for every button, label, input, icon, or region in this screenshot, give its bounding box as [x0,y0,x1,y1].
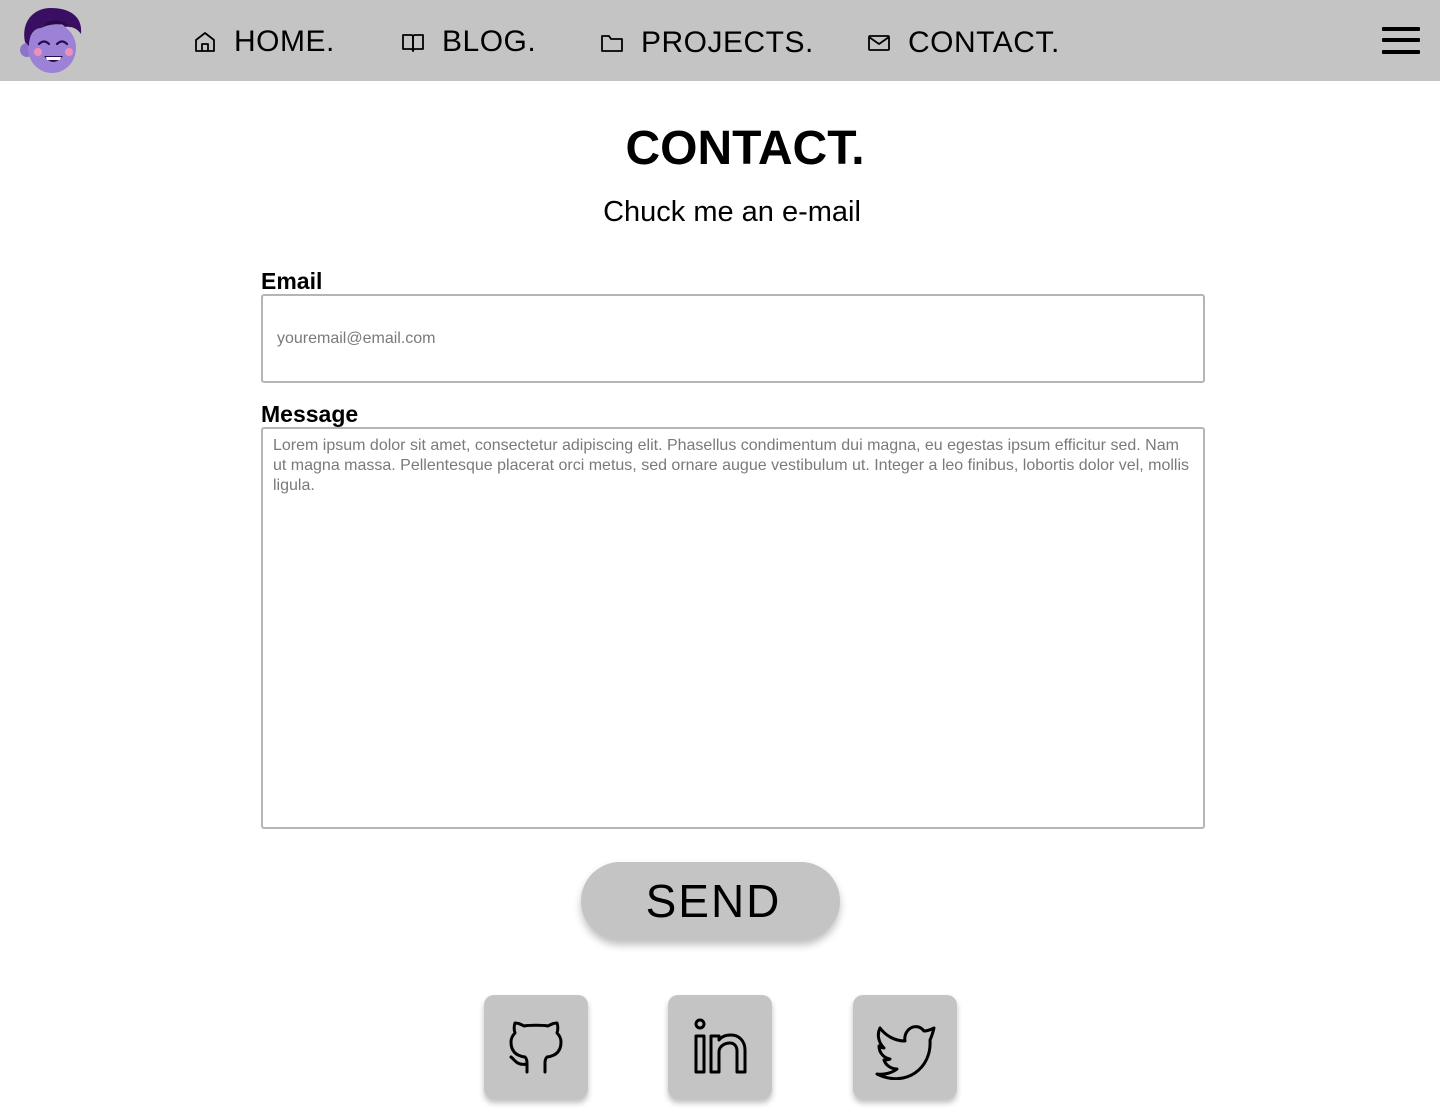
linkedin-icon [694,1018,747,1074]
twitter-icon [875,1025,936,1080]
github-icon [509,1021,563,1074]
message-label: Message [261,401,359,427]
nav-projects-label: PROJECTS. [641,25,814,59]
nav-projects[interactable]: PROJECTS. [599,2,814,83]
nav-contact[interactable]: CONTACT. [866,2,1060,83]
avatar-logo[interactable] [19,6,83,74]
email-input[interactable] [261,294,1205,383]
email-label: Email [261,268,323,294]
message-input[interactable] [261,427,1205,829]
hamburger-menu-icon[interactable] [1382,27,1420,54]
home-icon [192,29,218,55]
twitter-button[interactable] [853,995,957,1099]
mail-icon [866,30,892,56]
top-navbar: HOME. BLOG. PROJECTS. CONTACT. [0,0,1440,81]
nav-home[interactable]: HOME. [192,1,335,82]
nav-contact-label: CONTACT. [908,25,1060,59]
folder-icon [599,30,625,56]
page-subtitle: Chuck me an e-mail [603,196,861,228]
page-title: CONTACT. [625,122,865,175]
nav-blog-label: BLOG. [442,24,537,58]
nav-home-label: HOME. [234,24,335,58]
linkedin-button[interactable] [668,995,772,1099]
book-icon [400,29,426,55]
github-button[interactable] [484,995,588,1099]
send-button[interactable]: SEND [581,862,840,940]
nav-blog[interactable]: BLOG. [400,1,536,82]
